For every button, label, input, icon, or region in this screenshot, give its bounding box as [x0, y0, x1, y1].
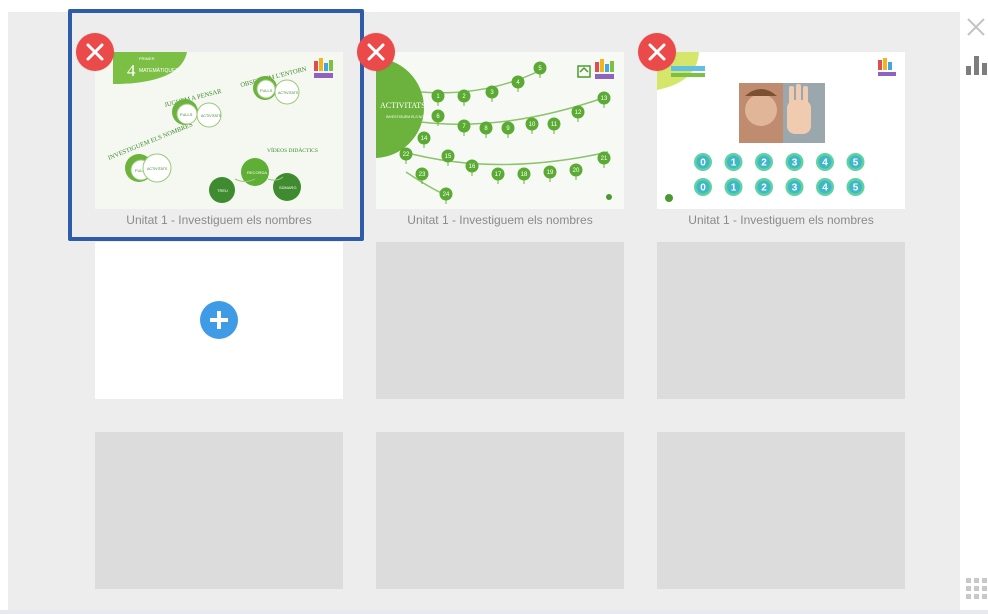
empty-slot[interactable] — [376, 242, 624, 399]
activity-node-label: 17 — [495, 172, 502, 178]
number-label: 5 — [853, 158, 859, 169]
thumbnail-graphic: ACTIVITATS INVESTIGUEM ELS NOMBRES 1 2345… — [376, 52, 624, 209]
number-circle: 0 — [694, 153, 712, 171]
slide-card-3[interactable]: 0 1 2 3 4 5 0 1 2 3 4 5 Unitat 1 - Investiguem els… — [657, 52, 905, 241]
activity-node-label: 14 — [421, 136, 428, 142]
number-circle: 5 — [846, 153, 865, 171]
activity-node-label: 18 — [521, 172, 528, 178]
close-icon[interactable] — [966, 17, 986, 37]
number-label: 5 — [853, 183, 859, 194]
activity-node-label: 19 — [547, 170, 554, 176]
activity-node-label: 11 — [551, 122, 558, 128]
delete-icon — [86, 43, 104, 61]
activity-node-label: 21 — [601, 156, 608, 162]
bottom-strip — [0, 610, 988, 614]
activity-node-label: 16 — [469, 164, 476, 170]
number-circle: 2 — [755, 178, 773, 196]
number-label: 1 — [731, 158, 737, 169]
number-circle: 1 — [724, 178, 743, 196]
activity-node-label: 12 — [575, 110, 582, 116]
activity-node-label: 23 — [419, 172, 426, 178]
activity-node-label: 13 — [601, 96, 608, 102]
slide-thumbnail[interactable]: 0 1 2 3 4 5 0 1 2 3 4 5 — [657, 52, 905, 209]
number-label: 4 — [822, 183, 828, 194]
empty-slot[interactable] — [376, 432, 624, 589]
delete-slide-button[interactable] — [76, 33, 114, 71]
empty-slot[interactable] — [657, 432, 905, 589]
thumb-subtitle: INVESTIGUEM ELS NOMBRES — [386, 115, 437, 119]
slide-card-2[interactable]: ACTIVITATS INVESTIGUEM ELS NOMBRES 12345… — [376, 52, 624, 241]
number-label: 4 — [822, 158, 828, 169]
number-circle: 5 — [846, 178, 865, 196]
plus-icon — [210, 311, 228, 329]
delete-icon — [648, 43, 666, 61]
number-circle: 2 — [755, 153, 773, 171]
number-label: 0 — [700, 183, 706, 194]
empty-slot[interactable] — [657, 242, 905, 399]
thumb-title: ACTIVITATS — [380, 101, 426, 110]
delete-slide-button[interactable] — [357, 33, 395, 71]
add-slide-button[interactable] — [200, 301, 238, 339]
activity-node-label: 24 — [443, 192, 450, 198]
delete-slide-button[interactable] — [638, 33, 676, 71]
number-circle: 1 — [724, 153, 743, 171]
activity-node-label: 15 — [445, 154, 452, 160]
number-circle: 3 — [785, 153, 804, 171]
slide-caption: Unitat 1 - Investiguem els nombres — [407, 213, 593, 227]
slide-caption: Unitat 1 - Investiguem els nombres — [688, 213, 874, 227]
empty-slot[interactable] — [95, 432, 343, 589]
number-label: 1 — [731, 183, 737, 194]
add-slide-slot[interactable] — [95, 242, 343, 399]
activity-node-label: 20 — [573, 168, 580, 174]
number-label: 3 — [792, 158, 798, 169]
activity-node-label: 10 — [529, 122, 536, 128]
thumbnail-graphic: 0 1 2 3 4 5 0 1 2 3 4 5 — [657, 52, 905, 209]
number-label: 2 — [761, 183, 767, 194]
number-circle: 0 — [694, 178, 712, 196]
number-label: 0 — [700, 158, 706, 169]
activity-node-label: 22 — [403, 152, 410, 158]
number-circle: 3 — [785, 178, 804, 196]
bar-chart-icon[interactable] — [966, 54, 988, 76]
grid-icon[interactable] — [966, 578, 988, 600]
slide-thumbnail[interactable]: ACTIVITATS INVESTIGUEM ELS NOMBRES 12345… — [376, 52, 624, 209]
number-label: 3 — [792, 183, 798, 194]
delete-icon — [367, 43, 385, 61]
number-circle: 4 — [816, 178, 834, 196]
number-label: 2 — [761, 158, 767, 169]
number-circle: 4 — [816, 153, 834, 171]
